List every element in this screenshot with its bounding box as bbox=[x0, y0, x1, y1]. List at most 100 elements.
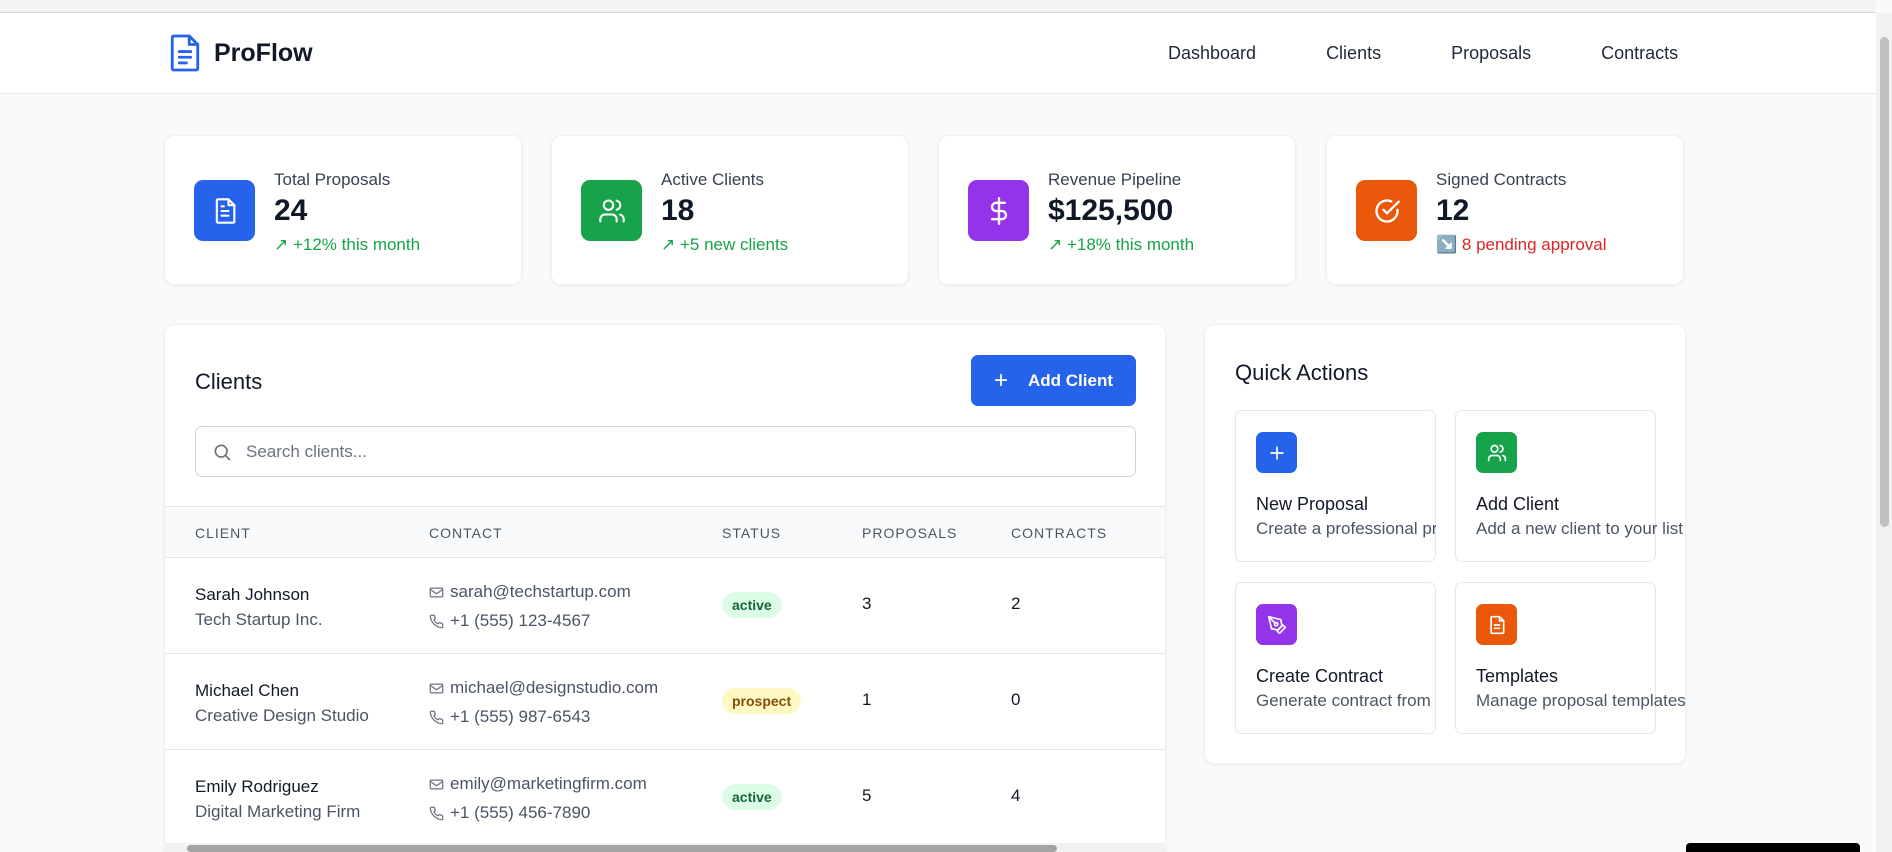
nav-contracts[interactable]: Contracts bbox=[1601, 43, 1678, 64]
phone-icon bbox=[429, 806, 444, 820]
column-header[interactable]: Proposals bbox=[862, 525, 957, 541]
table-horizontal-scrollbar[interactable] bbox=[164, 843, 1166, 852]
column-header[interactable]: Contracts bbox=[1011, 525, 1107, 541]
client-name: Sarah Johnson bbox=[195, 585, 310, 604]
email-text[interactable]: emily@marketingfirm.com bbox=[450, 774, 647, 794]
check-circle-icon bbox=[1356, 180, 1417, 241]
document-icon bbox=[1476, 604, 1517, 645]
phone-icon bbox=[429, 614, 444, 628]
stat-card-signed-contracts: Signed Contracts 12 ↘️ 8 pending approva… bbox=[1326, 135, 1684, 285]
stat-change: ↗ +18% this month bbox=[1048, 235, 1195, 254]
stat-label: Revenue Pipeline bbox=[1048, 170, 1182, 189]
quick-action-desc: Generate contract from p bbox=[1256, 691, 1436, 710]
column-header[interactable]: Client bbox=[195, 525, 251, 541]
client-email: sarah@techstartup.com bbox=[429, 582, 631, 602]
stat-label: Active Clients bbox=[661, 170, 764, 189]
quick-action-desc: Manage proposal templates bbox=[1476, 691, 1686, 710]
stat-card-total-proposals: Total Proposals 24 ↗ +12% this month bbox=[164, 135, 522, 285]
main-nav: Dashboard Clients Proposals Contracts bbox=[1168, 43, 1678, 64]
app-header: ProFlow Dashboard Clients Proposals Cont… bbox=[0, 13, 1876, 94]
add-client-label: Add Client bbox=[1028, 370, 1113, 390]
client-phone: +1 (555) 987-6543 bbox=[429, 707, 590, 727]
client-name: Michael Chen bbox=[195, 681, 299, 700]
nav-dashboard[interactable]: Dashboard bbox=[1168, 43, 1256, 64]
mail-icon bbox=[429, 779, 444, 789]
quick-action-add-client[interactable]: Add Client Add a new client to your list bbox=[1455, 410, 1683, 562]
table-row[interactable]: Michael Chen Creative Design Studio mich… bbox=[165, 654, 1165, 750]
phone-text: +1 (555) 123-4567 bbox=[450, 611, 591, 630]
client-phone: +1 (555) 123-4567 bbox=[429, 611, 590, 631]
stat-label: Total Proposals bbox=[274, 170, 391, 189]
search-icon bbox=[214, 444, 231, 460]
page-vertical-scrollbar[interactable] bbox=[1876, 13, 1892, 852]
quick-action-templates[interactable]: Templates Manage proposal templates bbox=[1455, 582, 1686, 734]
clients-panel: Clients + Add Client Client Contact Stat… bbox=[164, 324, 1166, 852]
stat-value: $125,500 bbox=[1048, 194, 1174, 227]
quick-action-new-proposal[interactable]: New Proposal Create a professional pro bbox=[1235, 410, 1436, 562]
client-company: Tech Startup Inc. bbox=[195, 610, 323, 629]
add-client-button[interactable]: + Add Client bbox=[971, 355, 1136, 406]
client-company: Creative Design Studio bbox=[195, 706, 369, 725]
stat-value: 24 bbox=[274, 194, 308, 227]
stat-card-active-clients: Active Clients 18 ↗ +5 new clients bbox=[551, 135, 909, 285]
column-header[interactable]: Contact bbox=[429, 525, 503, 541]
email-text[interactable]: michael@designstudio.com bbox=[450, 678, 658, 698]
quick-action-name: New Proposal bbox=[1256, 494, 1369, 514]
quick-action-name: Templates bbox=[1476, 666, 1559, 686]
quick-actions-panel: Quick Actions New Proposal Create a prof… bbox=[1204, 324, 1686, 764]
table-row[interactable]: Sarah Johnson Tech Startup Inc. sarah@te… bbox=[165, 558, 1165, 654]
client-company: Digital Marketing Firm bbox=[195, 802, 361, 821]
scrollbar-thumb[interactable] bbox=[1880, 37, 1889, 527]
quick-action-desc: Add a new client to your list bbox=[1476, 519, 1683, 538]
phone-text: +1 (555) 456-7890 bbox=[450, 803, 591, 822]
logo[interactable]: ProFlow bbox=[168, 33, 313, 73]
stat-change: ↘️ 8 pending approval bbox=[1436, 235, 1607, 254]
quick-action-create-contract[interactable]: Create Contract Generate contract from p bbox=[1235, 582, 1436, 734]
search-input[interactable] bbox=[246, 441, 1106, 462]
contracts-count: 4 bbox=[1011, 786, 1021, 805]
proposals-count: 3 bbox=[862, 594, 872, 613]
quick-action-name: Create Contract bbox=[1256, 666, 1384, 686]
stat-card-revenue-pipeline: Revenue Pipeline $125,500 ↗ +18% this mo… bbox=[938, 135, 1296, 285]
document-icon bbox=[194, 180, 255, 241]
clients-title: Clients bbox=[195, 369, 263, 394]
pen-icon bbox=[1256, 604, 1297, 645]
stat-value: 18 bbox=[661, 194, 695, 227]
users-icon bbox=[581, 180, 642, 241]
phone-icon bbox=[429, 710, 444, 724]
table-header: Client Contact Status Proposals Contract… bbox=[165, 506, 1165, 558]
app-name: ProFlow bbox=[214, 38, 313, 67]
stat-change: ↗ +12% this month bbox=[274, 235, 421, 254]
contracts-count: 2 bbox=[1011, 594, 1021, 613]
table-row[interactable]: Emily Rodriguez Digital Marketing Firm e… bbox=[165, 750, 1165, 846]
client-email: emily@marketingfirm.com bbox=[429, 774, 647, 794]
plus-icon: + bbox=[993, 366, 1008, 394]
nav-clients[interactable]: Clients bbox=[1326, 43, 1381, 64]
floating-toolbar[interactable] bbox=[1686, 843, 1860, 852]
status-badge: active bbox=[722, 784, 782, 810]
users-icon bbox=[1476, 432, 1517, 473]
client-name: Emily Rodriguez bbox=[195, 777, 319, 796]
mail-icon bbox=[429, 587, 444, 597]
quick-action-name: Add Client bbox=[1476, 494, 1560, 514]
proposals-count: 5 bbox=[862, 786, 872, 805]
client-email: michael@designstudio.com bbox=[429, 678, 658, 698]
proposals-count: 1 bbox=[862, 690, 872, 709]
nav-proposals[interactable]: Proposals bbox=[1451, 43, 1531, 64]
plus-icon bbox=[1256, 432, 1297, 473]
stat-change: ↗ +5 new clients bbox=[661, 235, 789, 254]
quick-actions-title: Quick Actions bbox=[1235, 360, 1369, 385]
status-badge: prospect bbox=[722, 688, 802, 714]
contracts-count: 0 bbox=[1011, 690, 1021, 709]
search-box bbox=[195, 426, 1136, 477]
column-header[interactable]: Status bbox=[722, 525, 781, 541]
email-text[interactable]: sarah@techstartup.com bbox=[450, 582, 631, 602]
stat-label: Signed Contracts bbox=[1436, 170, 1567, 189]
phone-text: +1 (555) 987-6543 bbox=[450, 707, 591, 726]
scrollbar-thumb[interactable] bbox=[187, 845, 1057, 852]
stat-value: 12 bbox=[1436, 194, 1470, 227]
browser-top-edge bbox=[0, 0, 1876, 13]
dollar-icon bbox=[968, 180, 1029, 241]
client-phone: +1 (555) 456-7890 bbox=[429, 803, 590, 823]
mail-icon bbox=[429, 683, 444, 693]
